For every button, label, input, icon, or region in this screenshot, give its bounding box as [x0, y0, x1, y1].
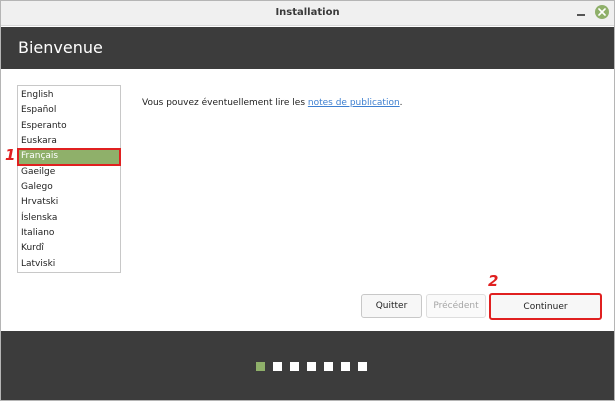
language-item[interactable]: Français	[17, 148, 121, 166]
annotation-marker-2: 2	[488, 272, 499, 290]
close-icon[interactable]	[595, 5, 609, 19]
release-notes-prefix: Vous pouvez éventuellement lire les	[142, 98, 308, 108]
step-dot	[358, 362, 367, 371]
step-dot	[341, 362, 350, 371]
release-notes-suffix: .	[399, 98, 403, 108]
step-dot	[256, 362, 265, 371]
language-item[interactable]: Kurdî	[18, 241, 120, 256]
page-header: Bienvenue	[1, 27, 614, 69]
release-notes-link[interactable]: notes de publication	[308, 98, 400, 108]
language-list[interactable]: English Español Esperanto Euskara Français Ga…	[17, 85, 121, 273]
language-item[interactable]: English	[18, 88, 120, 103]
language-item[interactable]: Galego	[18, 180, 120, 195]
step-dot	[324, 362, 333, 371]
language-item[interactable]: Gaeilge	[18, 165, 120, 180]
annotation-marker-1: 1	[5, 146, 16, 164]
step-dot	[273, 362, 282, 371]
page-title: Bienvenue	[18, 38, 103, 57]
language-item[interactable]: Español	[18, 103, 120, 118]
progress-footer	[1, 331, 614, 400]
step-dot	[290, 362, 299, 371]
installer-window: Installation Bienvenue English Español Esp…	[0, 0, 615, 401]
release-notes-text: Vous pouvez éventuellement lire les note…	[142, 98, 403, 108]
continue-button[interactable]: Continuer	[489, 293, 602, 320]
language-item[interactable]: Euskara	[18, 134, 120, 149]
language-item[interactable]: Latviski	[18, 257, 120, 272]
step-dot	[307, 362, 316, 371]
language-item[interactable]: Esperanto	[18, 119, 120, 134]
minimize-icon[interactable]	[574, 5, 588, 19]
quit-button[interactable]: Quitter	[361, 294, 422, 318]
language-item[interactable]: Hrvatski	[18, 195, 120, 210]
language-item[interactable]: Italiano	[18, 226, 120, 241]
language-item[interactable]: Íslenska	[18, 211, 120, 226]
previous-button[interactable]: Précédent	[426, 294, 486, 318]
main-content: English Español Esperanto Euskara Français Ga…	[1, 69, 614, 331]
title-bar[interactable]: Installation	[1, 1, 614, 26]
step-indicator	[256, 362, 367, 371]
window-title: Installation	[275, 7, 340, 18]
